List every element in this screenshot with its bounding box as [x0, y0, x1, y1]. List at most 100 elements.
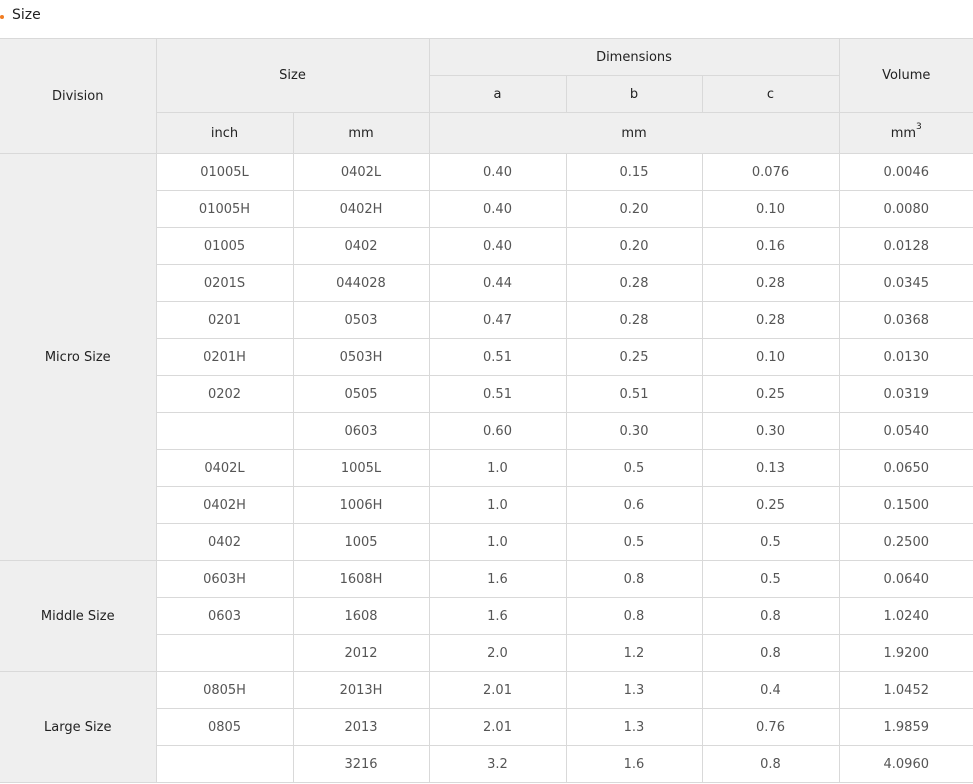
cell-a: 1.6 — [428, 560, 567, 598]
cell-c: 0.4 — [701, 671, 840, 709]
cell-volume: 4.0960 — [838, 745, 973, 783]
division-cell: Micro Size — [0, 153, 157, 561]
table-row: Middle Size 0603H 1608H 1.6 0.8 0.5 0.0640 — [0, 560, 973, 672]
cell-b: 1.3 — [565, 708, 703, 746]
table-row: Micro Size 01005L 0402L 0.40 0.15 0.076 0.0046 — [0, 153, 973, 561]
header-volume: Volume — [838, 38, 973, 113]
cell-a: 0.40 — [428, 227, 567, 265]
cell-volume: 1.9200 — [838, 634, 973, 672]
cell-c: 0.10 — [701, 338, 840, 376]
cell-b: 0.6 — [565, 486, 703, 524]
cell-c: 0.28 — [701, 264, 840, 302]
table-row: Large Size 0805H 2013H 2.01 1.3 0.4 1.0452 — [0, 671, 973, 783]
cell-mm: 2013 — [292, 708, 430, 746]
cell-inch: 0201H — [156, 338, 294, 376]
cell-inch: 0402L — [156, 449, 294, 487]
cell-a: 0.60 — [428, 412, 567, 450]
cell-b: 1.2 — [565, 634, 703, 672]
header-dimensions: Dimensions — [428, 38, 840, 76]
header-division: Division — [0, 38, 157, 154]
table-header: Division Size Dimensions Volume a b c in… — [0, 38, 973, 154]
volume-unit-exponent: 3 — [916, 121, 922, 132]
cell-a: 0.44 — [428, 264, 567, 302]
cell-volume: 0.0046 — [838, 153, 973, 191]
cell-volume: 0.0540 — [838, 412, 973, 450]
cell-b: 0.25 — [565, 338, 703, 376]
cell-c: 0.5 — [701, 523, 840, 561]
header-c: c — [701, 75, 839, 113]
cell-c: 0.25 — [701, 486, 840, 524]
cell-volume: 0.0368 — [838, 301, 973, 339]
cell-a: 2.01 — [428, 671, 567, 709]
cell-inch: 0805H — [155, 671, 294, 709]
header-volume-unit: mm3 — [838, 112, 973, 154]
cell-b: 1.3 — [565, 671, 703, 709]
cell-mm: 1608H — [292, 560, 430, 598]
table-body: Micro Size 01005L 0402L 0.40 0.15 0.076 0.0046… — [0, 153, 973, 783]
cell-volume: 0.0128 — [838, 227, 973, 265]
cell-c: 0.8 — [701, 634, 840, 672]
cell-volume: 1.9859 — [838, 708, 973, 746]
cell-a: 0.47 — [428, 301, 567, 339]
cell-c: 0.16 — [701, 227, 840, 265]
section-header: Size — [0, 0, 973, 38]
volume-unit-base: mm — [890, 125, 917, 141]
cell-mm: 1006H — [292, 486, 430, 524]
cell-b: 0.28 — [565, 301, 703, 339]
cell-a: 0.51 — [428, 375, 567, 413]
cell-volume: 1.0240 — [838, 597, 973, 635]
header-dim-unit: mm — [428, 112, 840, 154]
cell-inch: 0202 — [156, 375, 294, 413]
cell-mm: 1608 — [292, 597, 430, 635]
cell-mm: 0402L — [292, 153, 430, 191]
cell-a: 1.0 — [428, 449, 567, 487]
cell-mm: 3216 — [292, 745, 430, 783]
cell-a: 1.6 — [428, 597, 567, 635]
cell-c: 0.25 — [701, 375, 840, 413]
cell-mm: 0402H — [292, 190, 430, 228]
cell-mm: 1005 — [292, 523, 430, 561]
cell-inch — [156, 412, 294, 450]
cell-c: 0.30 — [701, 412, 840, 450]
cell-b: 0.5 — [565, 523, 703, 561]
cell-c: 0.10 — [701, 190, 840, 228]
cell-volume: 0.0345 — [838, 264, 973, 302]
cell-mm: 0402 — [292, 227, 430, 265]
cell-mm: 2013H — [292, 671, 430, 709]
cell-inch: 0805 — [156, 708, 294, 746]
cell-a: 0.51 — [428, 338, 567, 376]
bullet-icon — [0, 15, 4, 19]
cell-inch: 01005L — [155, 153, 294, 191]
cell-mm: 0503 — [292, 301, 430, 339]
cell-inch: 0603 — [156, 597, 294, 635]
cell-mm: 1005L — [292, 449, 430, 487]
cell-c: 0.8 — [701, 745, 840, 783]
cell-b: 0.20 — [565, 227, 703, 265]
cell-inch: 0402 — [156, 523, 294, 561]
cell-inch: 0201S — [156, 264, 294, 302]
cell-mm: 044028 — [292, 264, 430, 302]
cell-volume: 0.2500 — [838, 523, 973, 561]
cell-inch: 0402H — [156, 486, 294, 524]
cell-inch: 01005H — [156, 190, 294, 228]
cell-mm: 0603 — [292, 412, 430, 450]
cell-volume: 0.0650 — [838, 449, 973, 487]
cell-inch: 01005 — [156, 227, 294, 265]
cell-c: 0.076 — [701, 153, 840, 191]
cell-a: 2.0 — [428, 634, 567, 672]
cell-a: 3.2 — [428, 745, 567, 783]
cell-a: 1.0 — [428, 486, 567, 524]
cell-c: 0.5 — [701, 560, 840, 598]
cell-inch: 0603H — [155, 560, 294, 598]
header-inch: inch — [156, 112, 294, 154]
cell-c: 0.13 — [701, 449, 840, 487]
header-a: a — [429, 75, 567, 113]
cell-inch — [156, 745, 294, 783]
cell-volume: 0.0640 — [838, 560, 973, 598]
cell-c: 0.8 — [701, 597, 840, 635]
cell-mm: 0505 — [292, 375, 430, 413]
cell-a: 1.0 — [428, 523, 567, 561]
header-b: b — [565, 75, 703, 113]
cell-mm: 0503H — [292, 338, 430, 376]
cell-volume: 0.0319 — [838, 375, 973, 413]
